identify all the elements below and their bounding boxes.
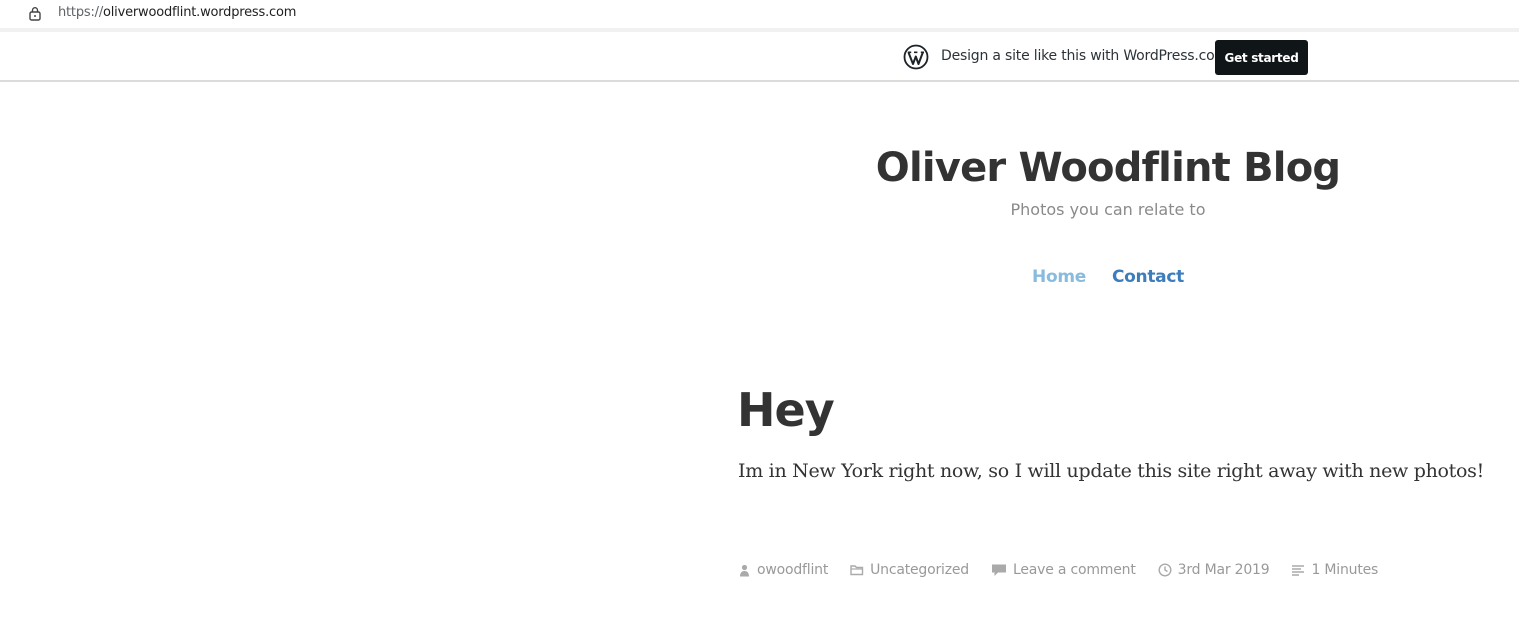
- main-navigation: Home Contact: [858, 267, 1358, 287]
- reading-time-text: 1 Minutes: [1311, 562, 1379, 578]
- post-reading-time: 1 Minutes: [1291, 562, 1378, 578]
- site-description: Photos you can relate to: [1010, 200, 1206, 219]
- post-author: owoodflint: [757, 562, 829, 578]
- nav-item-contact[interactable]: Contact: [1112, 267, 1184, 287]
- post-date-link[interactable]: 3rd Mar 2019: [1158, 562, 1270, 578]
- browser-address-bar: https://oliverwoodflint.wordpress.com: [0, 0, 1519, 28]
- lock-icon[interactable]: [28, 6, 42, 21]
- post-comments: Leave a comment: [1012, 562, 1136, 578]
- user-icon: [740, 564, 749, 576]
- post-comments-link[interactable]: Leave a comment: [991, 562, 1136, 578]
- post-author-link[interactable]: owoodflint: [738, 562, 828, 578]
- post-date: 3rd Mar 2019: [1177, 562, 1270, 578]
- url-host: oliverwoodflint.wordpress.com: [103, 5, 297, 20]
- post-meta: owoodflint Uncategorized Leave a comment…: [738, 562, 1400, 578]
- post-title[interactable]: Hey: [737, 383, 835, 437]
- nav-item-home[interactable]: Home: [1032, 267, 1086, 287]
- clock-icon: [1158, 563, 1172, 577]
- url-scheme: https://: [58, 5, 103, 20]
- folder-icon: [850, 565, 864, 576]
- url-field[interactable]: https://oliverwoodflint.wordpress.com: [6, 0, 1519, 27]
- site-title[interactable]: Oliver Woodflint Blog: [858, 145, 1358, 191]
- post-category: Uncategorized: [870, 562, 969, 578]
- url-text[interactable]: https://oliverwoodflint.wordpress.com: [58, 5, 296, 20]
- promo-text[interactable]: Design a site like this with WordPress.c…: [941, 48, 1228, 64]
- text-lines-icon: [1292, 565, 1305, 576]
- post-body: Im in New York right now, so I will upda…: [738, 460, 1484, 482]
- post-category-link[interactable]: Uncategorized: [850, 562, 969, 578]
- get-started-button[interactable]: Get started: [1215, 40, 1308, 75]
- wordpress-logo-icon[interactable]: [903, 44, 929, 70]
- wordpress-promo-bar: Design a site like this with WordPress.c…: [0, 32, 1519, 82]
- comment-bubble-icon: [991, 564, 1006, 576]
